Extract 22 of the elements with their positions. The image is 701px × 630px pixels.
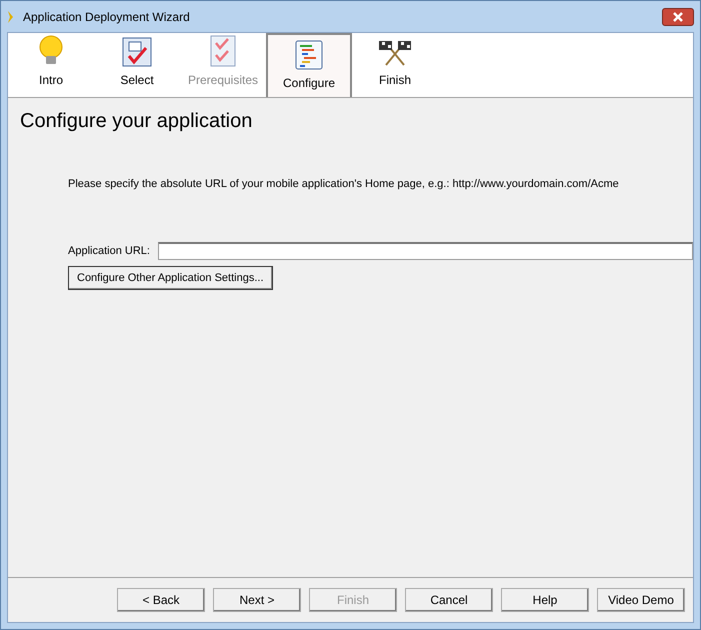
checkbox-icon (122, 37, 152, 67)
list-icon (295, 40, 323, 70)
wizard-tab[interactable]: Intro (8, 33, 94, 97)
wizard-button[interactable]: Video Demo (597, 588, 685, 612)
wizard-button[interactable]: Help (501, 588, 589, 612)
url-label: Application URL: (68, 245, 150, 257)
wizard-tab[interactable]: Configure (266, 33, 352, 97)
instruction-text: Please specify the absolute URL of your mobile application's Home page, e.g.: http://www.yourdomain.com/Acme (68, 178, 620, 190)
page-heading: Configure your application (20, 110, 254, 133)
wizard-button[interactable]: Next > (213, 588, 301, 612)
checkered-flags-icon (378, 39, 412, 67)
wizard-button[interactable]: Cancel (405, 588, 493, 612)
wizard-tab[interactable]: Finish (352, 33, 438, 97)
settings-button[interactable]: Configure Other Application Settings... (68, 266, 272, 290)
close-icon (672, 12, 684, 22)
close-button[interactable] (662, 8, 694, 26)
lightning-icon (7, 10, 15, 22)
checklist-icon (210, 35, 236, 67)
wizard-tab[interactable]: Select (94, 33, 180, 97)
url-input-field[interactable] (158, 242, 693, 260)
window-title: Application Deployment Wizard (23, 10, 191, 24)
wizard-button[interactable]: < Back (117, 588, 205, 612)
